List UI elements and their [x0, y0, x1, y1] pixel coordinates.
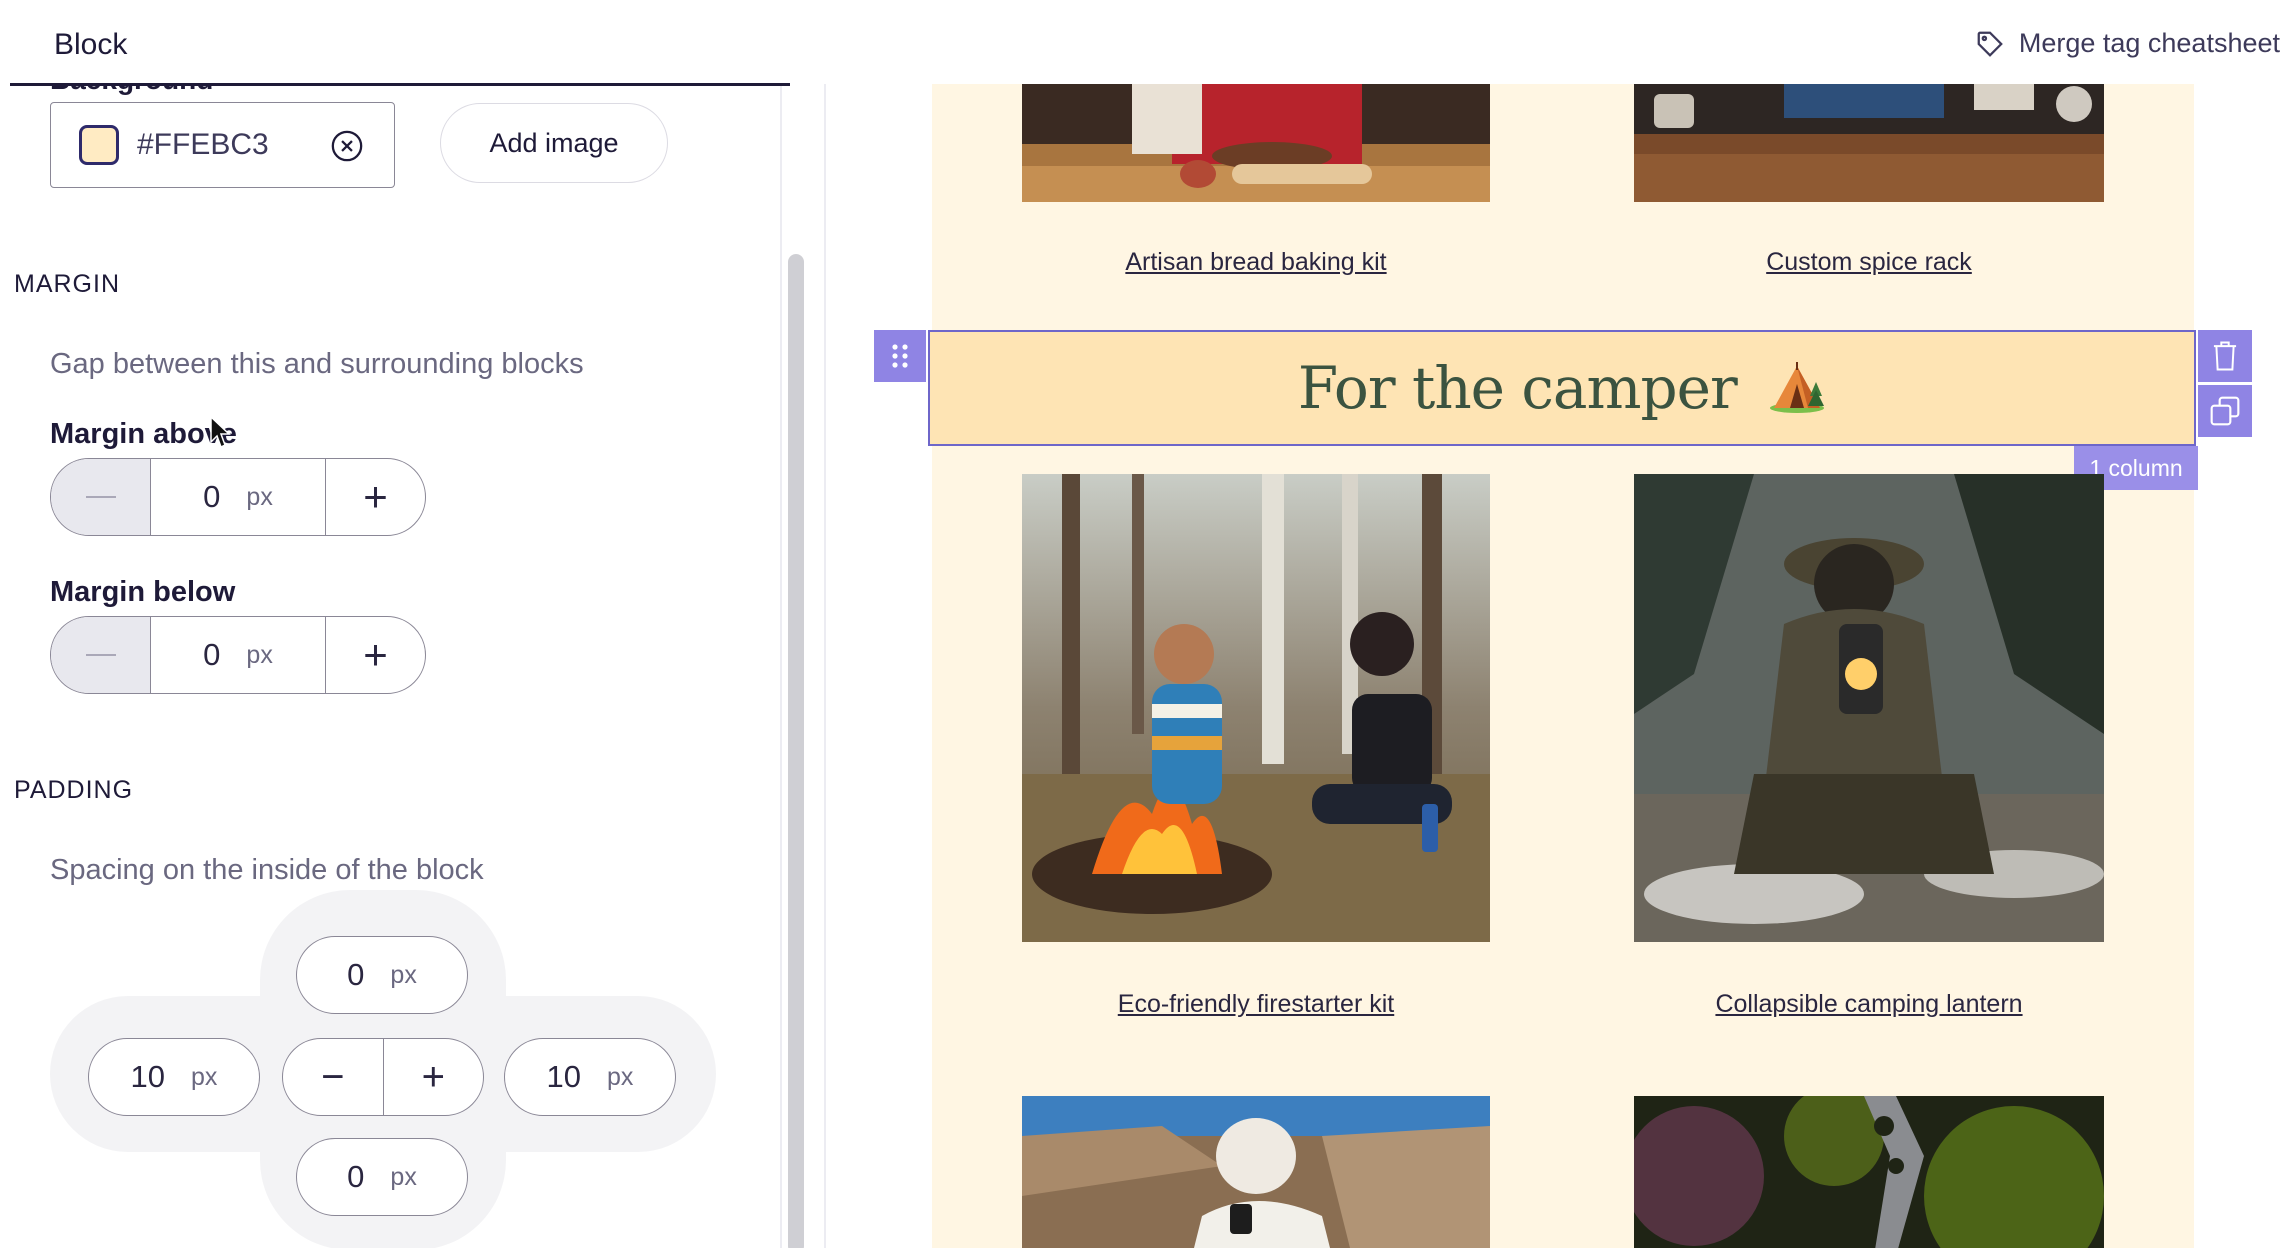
padding-decrement-button[interactable]: −: [283, 1039, 384, 1115]
padding-section-title: PADDING: [14, 776, 134, 804]
margin-description: Gap between this and surrounding blocks: [50, 348, 584, 380]
margin-above-value: 0: [203, 479, 221, 514]
margin-below-input[interactable]: 0 px: [151, 617, 325, 693]
margin-above-increment-button[interactable]: +: [325, 459, 425, 535]
margin-below-unit: px: [246, 640, 273, 669]
merge-tag-cheatsheet-link[interactable]: Merge tag cheatsheet: [1975, 28, 2280, 59]
margin-above-stepper: 0 px +: [50, 458, 426, 536]
product-image-camping-lantern[interactable]: [1634, 474, 2104, 942]
margin-below-label: Margin below: [50, 576, 236, 608]
tab-block-label: Block: [54, 28, 128, 61]
drag-grip-icon: [892, 344, 908, 368]
margin-above-unit: px: [246, 482, 273, 511]
padding-bottom-input[interactable]: 0 px: [296, 1138, 468, 1216]
product-image-bottom-left[interactable]: [1022, 1096, 1490, 1248]
padding-increment-button[interactable]: +: [384, 1039, 484, 1115]
margin-above-input[interactable]: 0 px: [151, 459, 325, 535]
margin-below-increment-button[interactable]: +: [325, 617, 425, 693]
margin-below-stepper: 0 px +: [50, 616, 426, 694]
product-link-spice-rack[interactable]: Custom spice rack: [1634, 248, 2104, 277]
padding-left-unit: px: [191, 1062, 218, 1091]
margin-below-decrement-button[interactable]: [51, 617, 151, 693]
mouse-cursor-icon: [210, 416, 231, 449]
padding-top-value: 0: [347, 957, 365, 992]
top-bar: Block Merge tag cheatsheet: [0, 0, 2294, 86]
padding-right-value: 10: [546, 1059, 582, 1094]
padding-bottom-unit: px: [390, 1162, 417, 1191]
heading-text: For the camper: [1297, 354, 1738, 422]
color-swatch[interactable]: [79, 125, 119, 165]
clear-circle-x-icon[interactable]: [330, 129, 364, 163]
margin-above-label: Margin above: [50, 418, 237, 450]
delete-block-button[interactable]: [2198, 330, 2252, 382]
email-canvas: Artisan bread baking kit Custom spice ra…: [824, 84, 2294, 1248]
product-image-firestarter-kit[interactable]: [1022, 474, 1490, 942]
heading-text-wrap: For the camper: [1298, 354, 1826, 422]
tab-block[interactable]: Block: [10, 0, 790, 86]
product-link-camping-lantern[interactable]: Collapsible camping lantern: [1634, 990, 2104, 1019]
padding-top-input[interactable]: 0 px: [296, 936, 468, 1014]
padding-top-unit: px: [390, 960, 417, 989]
padding-bottom-value: 0: [347, 1159, 365, 1194]
padding-right-unit: px: [607, 1062, 634, 1091]
color-value: #FFEBC3: [137, 128, 269, 161]
drag-handle[interactable]: [874, 330, 926, 382]
tent-emoji-icon: [1770, 362, 1825, 413]
duplicate-block-button[interactable]: [2198, 385, 2252, 437]
margin-section-title: MARGIN: [14, 270, 120, 298]
product-link-bread-kit[interactable]: Artisan bread baking kit: [1022, 248, 1490, 277]
background-color-input[interactable]: #FFEBC3: [50, 102, 395, 188]
margin-above-decrement-button[interactable]: [51, 459, 151, 535]
add-image-button[interactable]: Add image: [440, 103, 668, 183]
padding-left-value: 10: [130, 1059, 166, 1094]
merge-link-label: Merge tag cheatsheet: [2018, 28, 2280, 58]
padding-left-input[interactable]: 10 px: [88, 1038, 260, 1116]
padding-description: Spacing on the inside of the block: [50, 854, 484, 886]
heading-block-selected[interactable]: For the camper: [928, 330, 2196, 446]
tag-icon: [1977, 31, 2003, 57]
duplicate-icon: [2210, 396, 2240, 426]
block-settings-panel: Background #FFEBC3 Add image MARGIN Gap …: [0, 84, 782, 1248]
product-image-spice-rack[interactable]: [1634, 84, 2104, 202]
product-image-bread-kit[interactable]: [1022, 84, 1490, 202]
product-image-bottom-right[interactable]: [1634, 1096, 2104, 1248]
settings-scrollbar-thumb[interactable]: [788, 254, 804, 1248]
margin-below-value: 0: [203, 637, 221, 672]
padding-all-stepper: − +: [282, 1038, 484, 1116]
padding-right-input[interactable]: 10 px: [504, 1038, 676, 1116]
product-link-firestarter-kit[interactable]: Eco-friendly firestarter kit: [1022, 990, 1490, 1019]
trash-icon: [2213, 341, 2237, 371]
